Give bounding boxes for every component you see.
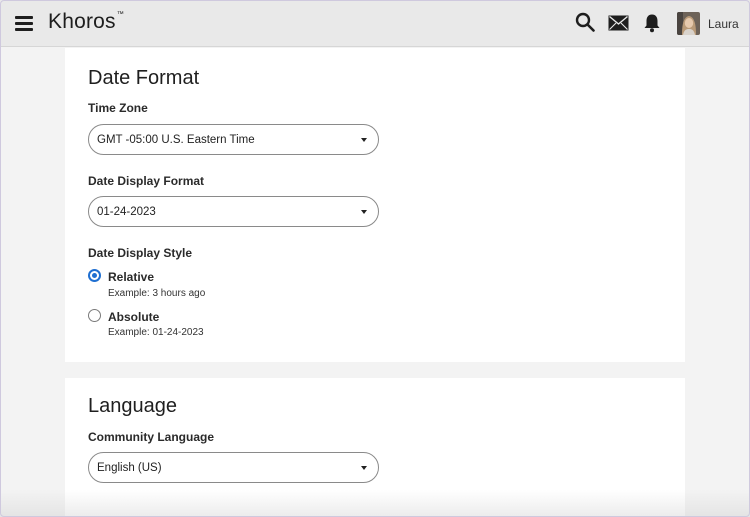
time-zone-value: GMT -05:00 U.S. Eastern Time [97,134,255,146]
chevron-down-icon [361,138,367,142]
time-zone-label: Time Zone [88,101,148,115]
date-display-format-label: Date Display Format [88,174,205,188]
chevron-down-icon [361,210,367,214]
date-display-style-label: Date Display Style [88,246,193,260]
brand-name: Khoros [48,10,116,33]
chevron-down-icon [361,466,367,470]
bell-icon[interactable] [643,13,661,33]
menu-icon[interactable] [15,16,33,31]
mail-icon[interactable] [608,15,629,31]
community-language-select[interactable]: English (US) [88,452,379,483]
time-zone-select[interactable]: GMT -05:00 U.S. Eastern Time [88,124,379,155]
relative-radio[interactable] [88,269,101,282]
absolute-option-label[interactable]: Absolute [108,310,159,324]
date-display-format-value: 01-24-2023 [97,206,156,218]
relative-example-text: Example: 3 hours ago [108,288,206,299]
brand-logo[interactable]: Khoros™ [48,10,124,34]
search-icon[interactable] [575,12,595,32]
top-navigation-bar: Khoros™ Laura [0,0,750,47]
community-language-value: English (US) [97,462,162,474]
language-title: Language [88,395,177,417]
community-language-label: Community Language [88,430,215,444]
trademark-mark: ™ [116,11,124,18]
date-format-card: Date Format Time Zone GMT -05:00 U.S. Ea… [65,48,685,362]
absolute-example-text: Example: 01-24-2023 [108,327,204,338]
date-format-title: Date Format [88,67,200,89]
avatar[interactable] [677,12,700,35]
absolute-radio[interactable] [88,309,101,322]
language-card: Language Community Language English (US) [65,378,685,517]
date-display-format-select[interactable]: 01-24-2023 [88,196,379,227]
relative-option-label[interactable]: Relative [108,270,154,284]
username[interactable]: Laura [708,17,739,31]
